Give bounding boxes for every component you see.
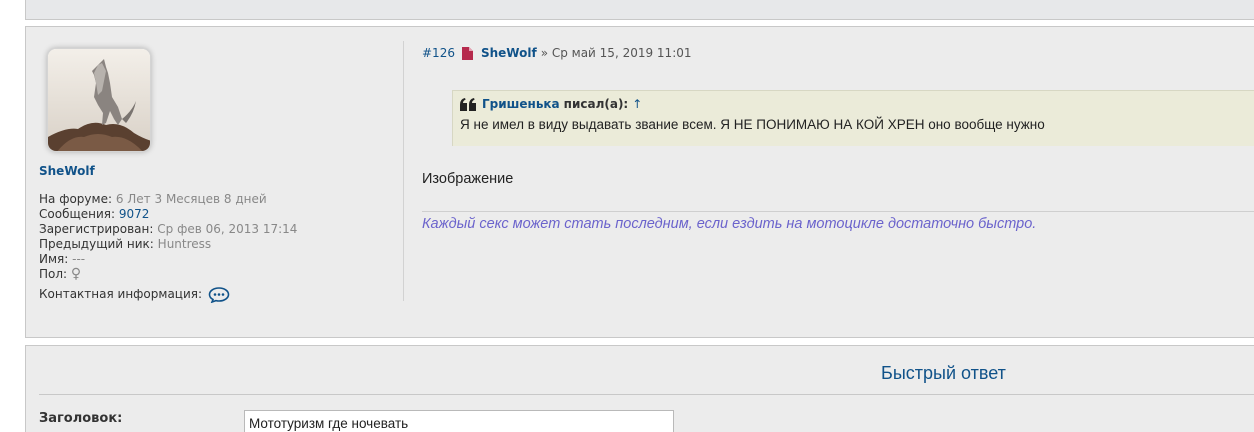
author-profile: На форуме: 6 Лет 3 Месяцев 8 дней Сообще… — [39, 192, 297, 303]
quote-source-arrow-icon[interactable]: ↑ — [632, 97, 642, 111]
post-header: #126 SheWolf » Ср май 15, 2019 11:01 — [422, 46, 692, 60]
subject-label: Заголовок: — [39, 411, 123, 426]
signature-divider — [422, 211, 1254, 212]
profile-label: Имя: — [39, 252, 69, 266]
profile-name: Имя: --- — [39, 252, 297, 267]
wolf-avatar-image — [48, 49, 150, 151]
profile-label: На форуме: — [39, 192, 112, 206]
post-column-divider — [403, 41, 404, 301]
profile-registered: Зарегистрирован: Ср фев 06, 2013 17:14 — [39, 222, 297, 237]
quick-reply-divider — [39, 394, 1254, 395]
profile-messages: Сообщения: 9072 — [39, 207, 297, 222]
profile-value: 6 Лет 3 Месяцев 8 дней — [115, 192, 267, 206]
profile-label: Сообщения: — [39, 207, 116, 221]
post-header-author[interactable]: SheWolf — [481, 46, 537, 60]
forum-post: SheWolf На форуме: 6 Лет 3 Месяцев 8 дне… — [25, 26, 1254, 338]
post-body-text: Изображение — [422, 171, 514, 187]
post-signature: Каждый секс может стать последним, если … — [422, 216, 1037, 232]
quick-reply-panel: Быстрый ответ Заголовок: — [25, 345, 1254, 432]
profile-forum-time: На форуме: 6 Лет 3 Месяцев 8 дней — [39, 192, 297, 207]
profile-label: Пол: — [39, 267, 68, 281]
quote-text: Я не имел в виду выдавать звание всем. Я… — [460, 117, 1045, 132]
document-icon[interactable] — [461, 46, 473, 60]
previous-post-panel — [25, 0, 1254, 20]
profile-gender: Пол: ♀ — [39, 267, 297, 282]
quote-wrote-label: писал(а): — [563, 97, 629, 111]
avatar[interactable] — [47, 48, 151, 152]
subject-input[interactable] — [244, 410, 674, 432]
profile-value: Ср фев 06, 2013 17:14 — [157, 222, 298, 236]
quick-reply-title: Быстрый ответ — [881, 363, 1006, 383]
quote-header: Гришенька писал(а): ↑ — [460, 97, 1254, 111]
profile-label: Контактная информация: — [39, 287, 203, 301]
quote-author-link[interactable]: Гришенька — [482, 97, 560, 111]
quote-icon — [460, 97, 476, 111]
profile-label: Зарегистрирован: — [39, 222, 154, 236]
profile-label: Предыдущий ник: — [39, 237, 154, 251]
profile-value: Huntress — [157, 237, 212, 251]
post-author-name[interactable]: SheWolf — [39, 164, 95, 178]
female-icon: ♀ — [70, 266, 82, 282]
profile-value: --- — [72, 252, 86, 266]
profile-previous-nick: Предыдущий ник: Huntress — [39, 237, 297, 252]
profile-contact: Контактная информация: — [39, 286, 297, 303]
post-datetime: » Ср май 15, 2019 11:01 — [540, 46, 692, 60]
post-number-link[interactable]: #126 — [422, 46, 455, 60]
chat-bubble-icon[interactable] — [208, 286, 230, 303]
messages-count-link[interactable]: 9072 — [119, 207, 150, 221]
quote-block: Гришенька писал(а): ↑ Я не имел в виду в… — [452, 90, 1254, 146]
